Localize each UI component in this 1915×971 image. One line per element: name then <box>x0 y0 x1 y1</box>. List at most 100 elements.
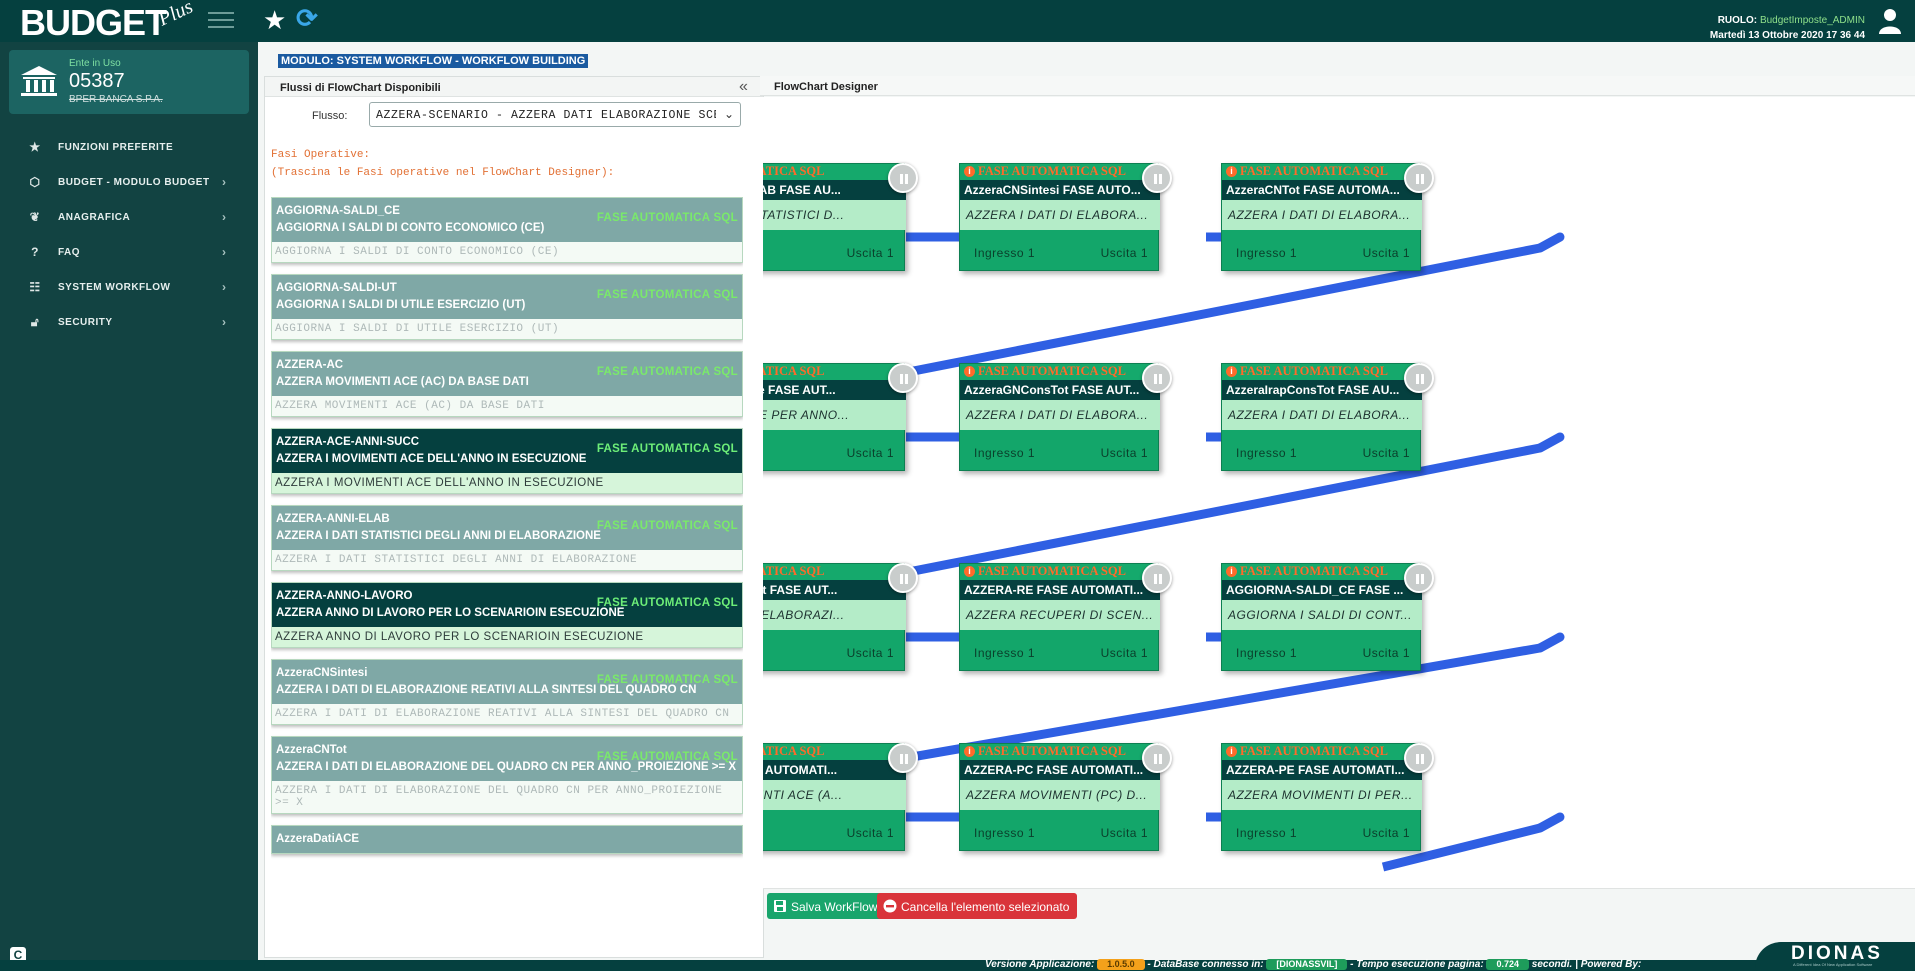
node-input-port[interactable]: Ingresso 1 <box>1236 646 1297 660</box>
phase-card-header: AGGIORNA-SALDI-UT AGGIORNA I SALDI DI UT… <box>272 275 742 319</box>
node-output-port[interactable]: Uscita 1 <box>847 826 894 840</box>
pause-icon[interactable] <box>1404 163 1434 193</box>
pause-icon[interactable] <box>1404 563 1434 593</box>
favorite-star-icon[interactable]: ★ <box>263 5 286 36</box>
db-badge: [DIONASSVIL] <box>1266 959 1348 970</box>
pause-icon[interactable] <box>888 743 918 773</box>
time-label: - Tempo esecuzione pagina: <box>1350 959 1484 970</box>
phase-card[interactable]: AzzeraCNSintesi AZZERA I DATI DI ELABORA… <box>271 659 743 725</box>
node-output-port[interactable]: Uscita 1 <box>1363 246 1410 260</box>
node-description: AZZERA MOVIMENTI (PC) D... <box>960 780 1160 810</box>
node-type-label: FASE AUTOMATICA SQL <box>1240 744 1388 758</box>
flowchart-node[interactable]: AUTOMATICA SQL NConsTot FASE AUT...DATI D… <box>763 563 906 671</box>
flowchart-canvas[interactable]: AUTOMATICA SQL ANNI-ELAB FASE AU...I DATI… <box>763 97 1915 889</box>
flowchart-node[interactable]: i FASE AUTOMATICA SQL AzzeraIrapConsTot FA… <box>1221 363 1422 471</box>
collapse-left-icon[interactable]: « <box>739 78 748 96</box>
node-input-port[interactable]: Ingresso 1 <box>974 246 1035 260</box>
phase-card[interactable]: AzzeraCNTot AZZERA I DATI DI ELABORAZION… <box>271 736 743 814</box>
flowchart-node[interactable]: AUTOMATICA SQL ANNI-ELAB FASE AU...I DATI… <box>763 163 906 271</box>
node-input-port[interactable]: Ingresso 1 <box>974 826 1035 840</box>
module-title: MODULO: SYSTEM WORKFLOW - WORKFLOW BUILD… <box>278 54 589 68</box>
node-description: PERDITE PER ANNO... <box>763 400 906 430</box>
seconds-label: secondi. <box>1531 959 1573 970</box>
flusso-label: Flusso: <box>312 110 348 122</box>
save-workflow-label: Salva WorkFlow <box>791 900 878 914</box>
node-output-port[interactable]: Uscita 1 <box>1101 646 1148 660</box>
dionas-logo[interactable]: DIONAS A Different Idea Of New Applicati… <box>1755 942 1915 971</box>
sidebar-item-budget[interactable]: ⬡ BUDGET - MODULO BUDGET › <box>0 165 258 200</box>
node-type: i FASE AUTOMATICA SQL <box>960 164 1160 180</box>
app-logo[interactable]: BUDGET <box>20 2 167 44</box>
pause-icon[interactable] <box>1142 743 1172 773</box>
node-input-port[interactable]: Ingresso 1 <box>974 446 1035 460</box>
save-workflow-button[interactable]: Salva WorkFlow <box>767 893 886 919</box>
node-input-port[interactable]: Ingresso 1 <box>1236 246 1297 260</box>
phase-description: AZZERA ANNO DI LAVORO PER LO SCENARIOIN … <box>272 627 742 647</box>
flowchart-node[interactable]: i FASE AUTOMATICA SQL AzzeraGNConsTot FASE… <box>959 363 1160 471</box>
link-r2-return-stub[interactable] <box>1535 432 1565 453</box>
phase-code: AzzeraDatiACE <box>276 833 360 845</box>
role-value: BudgetImposte_ADMIN <box>1759 15 1865 26</box>
pause-icon[interactable] <box>1404 743 1434 773</box>
ente-in-uso-card[interactable]: Ente in Uso 05387 BPER BANCA S.P.A. <box>9 50 249 114</box>
node-output-port[interactable]: Uscita 1 <box>1363 446 1410 460</box>
sidebar-item-system-workflow[interactable]: ☷ SYSTEM WORKFLOW › <box>0 270 258 305</box>
delete-selected-button[interactable]: Cancella l'elemento selezionato <box>877 893 1078 919</box>
phase-card-selected[interactable]: AZZERA-ACE-ANNI-SUCC AZZERA I MOVIMENTI … <box>271 428 743 494</box>
pause-icon[interactable] <box>1142 363 1172 393</box>
node-output-port[interactable]: Uscita 1 <box>847 246 894 260</box>
info-icon: i <box>964 566 975 577</box>
node-output-port[interactable]: Uscita 1 <box>1363 826 1410 840</box>
sidebar-item-funzioni-preferite[interactable]: ★ FUNZIONI PREFERITE <box>0 130 258 165</box>
flowchart-node[interactable]: i FASE AUTOMATICA SQL AZZERA-RE FASE AUTOM… <box>959 563 1160 671</box>
node-type-label: AUTOMATICA SQL <box>763 364 825 378</box>
node-output-port[interactable]: Uscita 1 <box>847 646 894 660</box>
flowchart-node[interactable]: i FASE AUTOMATICA SQL AzzeraCNSintesi FASE… <box>959 163 1160 271</box>
node-input-port[interactable]: Ingresso 1 <box>974 646 1035 660</box>
phase-card[interactable]: AzzeraDatiACE <box>271 825 743 854</box>
hamburger-menu-icon[interactable] <box>208 12 234 30</box>
phase-type: FASE AUTOMATICA SQL <box>596 212 738 224</box>
pause-icon[interactable] <box>1404 363 1434 393</box>
current-datetime: Martedì 13 Ottobre 2020 17 36 44 <box>1709 30 1865 41</box>
refresh-icon[interactable]: ⟳ <box>296 3 318 34</box>
flussi-panel: Flussi di FlowChart Disponibili « Flusso… <box>264 76 764 958</box>
pause-icon[interactable] <box>888 563 918 593</box>
flowchart-node[interactable]: i FASE AUTOMATICA SQL AzzeraCNTot FASE AUT… <box>1221 163 1422 271</box>
flowchart-node[interactable]: i FASE AUTOMATICA SQL AZZERA-PC FASE AUTOM… <box>959 743 1160 851</box>
flowchart-node[interactable]: i FASE AUTOMATICA SQL AGGIORNA-SALDI_CE FA… <box>1221 563 1422 671</box>
node-type: i FASE AUTOMATICA SQL <box>960 744 1160 760</box>
node-output-port[interactable]: Uscita 1 <box>1101 246 1148 260</box>
phase-card[interactable]: AGGIORNA-SALDI_CE AGGIORNA I SALDI DI CO… <box>271 197 743 263</box>
node-output-port[interactable]: Uscita 1 <box>1101 446 1148 460</box>
phase-card[interactable]: AGGIORNA-SALDI-UT AGGIORNA I SALDI DI UT… <box>271 274 743 340</box>
node-input-port[interactable]: Ingresso 1 <box>1236 826 1297 840</box>
version-label: Versione Applicazione: <box>985 959 1095 970</box>
link-r3-return-stub[interactable] <box>1535 632 1565 653</box>
phase-card-selected[interactable]: AZZERA-ANNO-LAVORO AZZERA ANNO DI LAVORO… <box>271 582 743 648</box>
phase-description: AGGIORNA I SALDI DI UTILE ESERCIZIO (UT) <box>275 323 560 335</box>
pause-icon[interactable] <box>1142 563 1172 593</box>
user-icon[interactable] <box>1879 8 1901 34</box>
node-output-port[interactable]: Uscita 1 <box>1101 826 1148 840</box>
pause-icon[interactable] <box>888 363 918 393</box>
flusso-select[interactable]: AZZERA-SCENARIO - AZZERA DATI ELABORAZIO… <box>369 102 741 127</box>
phase-description: AGGIORNA I SALDI DI CONTO ECONOMICO (CE) <box>275 246 560 258</box>
sidebar-item-security[interactable]: 🔓︎ SECURITY › <box>0 305 258 340</box>
sidebar-item-faq[interactable]: ? FAQ › <box>0 235 258 270</box>
flowchart-node[interactable]: AUTOMATICA SQL AC FASE AUTOMATI...MOVIMEN… <box>763 743 906 851</box>
phase-card[interactable]: AZZERA-ANNI-ELAB AZZERA I DATI STATISTIC… <box>271 505 743 571</box>
flowchart-node[interactable]: AUTOMATICA SQL atiPerdite FASE AUT...PERD… <box>763 363 906 471</box>
node-output-port[interactable]: Uscita 1 <box>1363 646 1410 660</box>
phase-card-header: AGGIORNA-SALDI_CE AGGIORNA I SALDI DI CO… <box>272 198 742 242</box>
node-input-port[interactable]: Ingresso 1 <box>1236 446 1297 460</box>
link-r1-return-stub[interactable] <box>1535 232 1565 253</box>
link-r4-return-stub[interactable] <box>1535 812 1565 833</box>
pause-icon[interactable] <box>1142 163 1172 193</box>
flowchart-node[interactable]: i FASE AUTOMATICA SQL AZZERA-PE FASE AUTOM… <box>1221 743 1422 851</box>
pause-icon[interactable] <box>888 163 918 193</box>
node-output-port[interactable]: Uscita 1 <box>847 446 894 460</box>
chevron-right-icon: › <box>222 315 227 329</box>
sidebar-item-anagrafica[interactable]: ❦ ANAGRAFICA › <box>0 200 258 235</box>
phase-card[interactable]: AZZERA-AC AZZERA MOVIMENTI ACE (AC) DA B… <box>271 351 743 417</box>
